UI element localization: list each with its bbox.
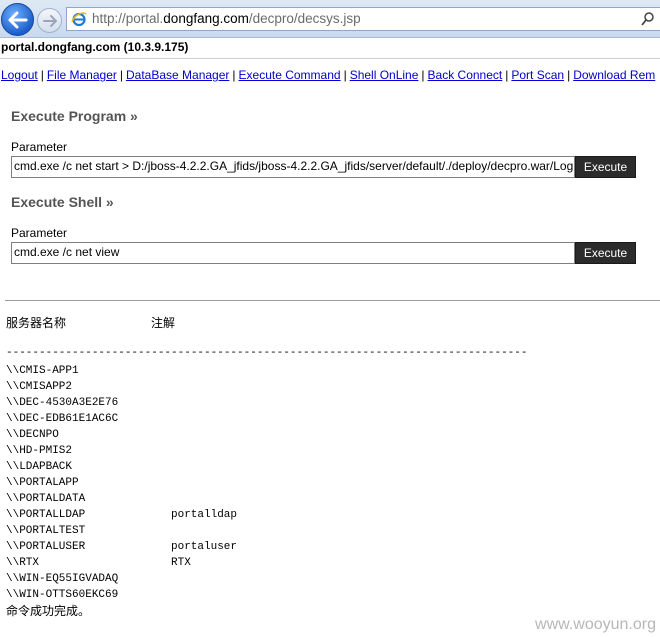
menu-separator: | — [421, 68, 425, 82]
execute-shell-button[interactable]: Execute — [575, 242, 636, 264]
server-row: \\WIN-EQ55IGVADAQ — [6, 571, 306, 587]
server-row: \\PORTALDATA — [6, 491, 306, 507]
execute-program-title: Execute Program » — [11, 108, 138, 124]
server-row: \\CMIS-APP1 — [6, 363, 306, 379]
shell-parameter-label: Parameter — [11, 226, 68, 240]
server-name: \\PORTALLDAP — [6, 509, 86, 521]
url-text: http://portal.dongfang.com/decpro/decsys… — [92, 11, 361, 26]
execute-shell-title: Execute Shell » — [11, 194, 114, 210]
server-name: \\CMISAPP2 — [6, 381, 73, 393]
top-menu: Logout | File Manager | DataBase Manager | Exe… — [1, 68, 655, 82]
back-arrow-icon — [8, 11, 27, 28]
server-name: \\LDAPBACK — [6, 461, 73, 473]
forward-button[interactable] — [37, 8, 62, 33]
forward-arrow-icon — [42, 14, 57, 27]
server-name: \\DECNPO — [6, 429, 59, 441]
server-row: \\DECNPO — [6, 427, 306, 443]
server-name: \\PORTALAPP — [6, 477, 79, 489]
output-dashes: ----------------------------------------… — [6, 347, 528, 359]
menu-download-remote[interactable]: Download Rem — [573, 68, 655, 82]
browser-toolbar: http://portal.dongfang.com/decpro/decsys… — [0, 0, 660, 38]
server-row: \\WIN-OTTS60EKC69 — [6, 587, 306, 603]
shell-parameter-input[interactable]: cmd.exe /c net view — [11, 242, 575, 264]
url-path: /decpro/decsys.jsp — [248, 11, 361, 26]
menu-port-scan[interactable]: Port Scan — [511, 68, 564, 82]
output-divider — [5, 300, 660, 301]
server-row: \\PORTALTEST — [6, 523, 306, 539]
server-row: \\RTX RTX — [6, 555, 306, 571]
address-bar[interactable]: http://portal.dongfang.com/decpro/decsys… — [66, 7, 660, 31]
server-row: \\PORTALLDAP portalldap — [6, 507, 306, 523]
menu-separator: | — [40, 68, 44, 82]
server-name: \\CMIS-APP1 — [6, 365, 79, 377]
server-row: \\DEC-EDB61E1AC6C — [6, 411, 306, 427]
url-domain: dongfang.com — [163, 11, 249, 26]
server-name: \\PORTALUSER — [6, 541, 86, 553]
server-name: \\PORTALDATA — [6, 493, 86, 505]
menu-file-manager[interactable]: File Manager — [47, 68, 117, 82]
execute-program-button[interactable]: Execute — [575, 156, 636, 178]
server-note: portaluser — [171, 541, 238, 553]
server-name: \\DEC-EDB61E1AC6C — [6, 413, 119, 425]
menu-shell-online[interactable]: Shell OnLine — [350, 68, 419, 82]
server-note: RTX — [171, 557, 191, 569]
server-row: \\PORTALUSER portaluser — [6, 539, 306, 555]
menu-separator: | — [232, 68, 236, 82]
server-row: \\CMISAPP2 — [6, 379, 306, 395]
menu-execute-command[interactable]: Execute Command — [239, 68, 341, 82]
ie-icon — [71, 12, 87, 27]
menu-separator: | — [119, 68, 123, 82]
server-name: \\HD-PMIS2 — [6, 445, 73, 457]
server-note: portalldap — [171, 509, 238, 521]
menu-separator: | — [567, 68, 571, 82]
server-name: \\RTX — [6, 557, 40, 569]
column-header-server-name: 服务器名称 — [6, 316, 67, 330]
menu-logout[interactable]: Logout — [1, 68, 38, 82]
watermark: www.wooyun.org — [535, 616, 656, 633]
server-row: \\DEC-4530A3E2E76 — [6, 395, 306, 411]
menu-back-connect[interactable]: Back Connect — [428, 68, 503, 82]
server-name: \\DEC-4530A3E2E76 — [6, 397, 119, 409]
server-name: \\PORTALTEST — [6, 525, 86, 537]
server-row: \\HD-PMIS2 — [6, 443, 306, 459]
menu-separator: | — [505, 68, 509, 82]
command-complete-message: 命令成功完成。 — [6, 604, 91, 618]
server-list: \\CMIS-APP1 \\CMISAPP2 \\DEC-4530A3E2E76 \\… — [6, 363, 306, 603]
search-icon[interactable] — [641, 11, 655, 27]
server-name: \\WIN-OTTS60EKC69 — [6, 589, 119, 601]
host-line: portal.dongfang.com (10.3.9.175) — [1, 40, 189, 54]
back-button[interactable] — [1, 3, 34, 36]
menu-separator: | — [343, 68, 347, 82]
server-row: \\LDAPBACK — [6, 459, 306, 475]
program-parameter-label: Parameter — [11, 140, 68, 154]
server-name: \\WIN-EQ55IGVADAQ — [6, 573, 119, 585]
program-parameter-input[interactable]: cmd.exe /c net start > D:/jboss-4.2.2.GA… — [11, 156, 575, 178]
divider — [0, 58, 660, 59]
menu-database-manager[interactable]: DataBase Manager — [126, 68, 229, 82]
server-row: \\PORTALAPP — [6, 475, 306, 491]
url-prefix: http://portal. — [92, 11, 164, 26]
column-header-note: 注解 — [151, 316, 176, 330]
